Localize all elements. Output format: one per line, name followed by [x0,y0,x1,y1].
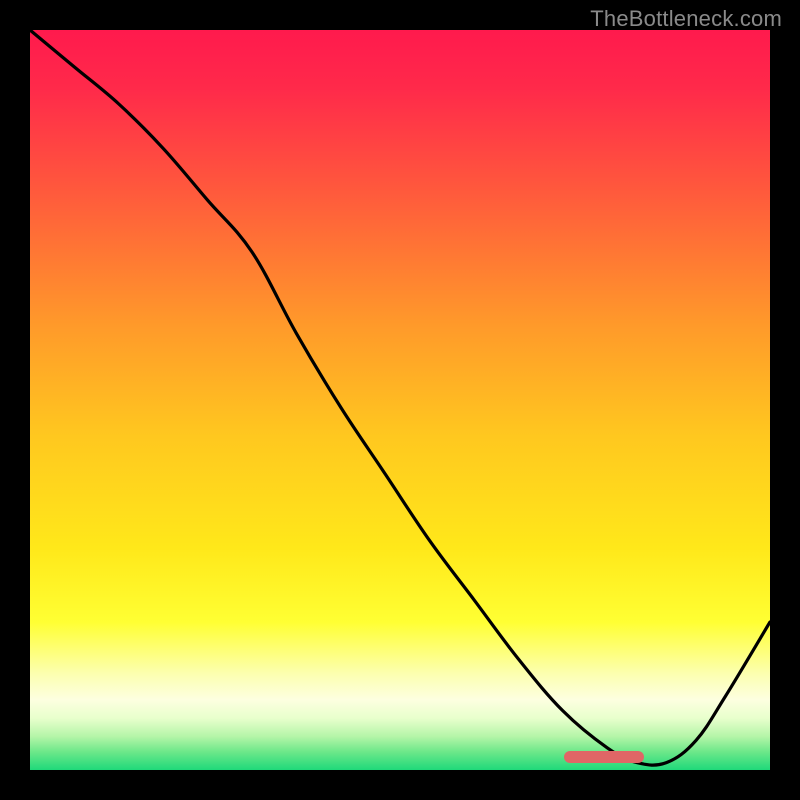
watermark-text: TheBottleneck.com [590,6,782,32]
bottleneck-curve [30,30,770,770]
chart-container: TheBottleneck.com [0,0,800,800]
optimal-range-marker [564,751,644,763]
plot-area [30,30,770,770]
